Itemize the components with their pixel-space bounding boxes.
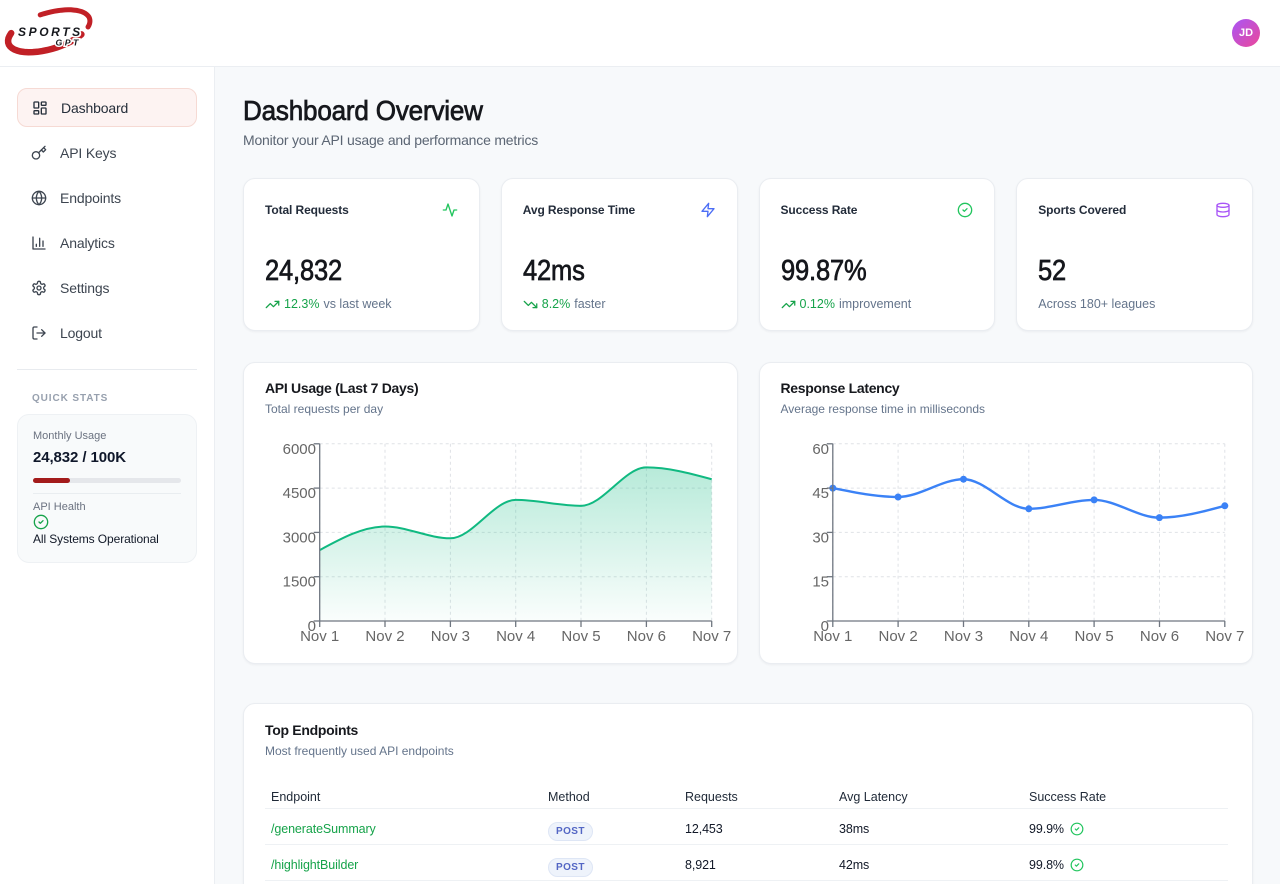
- svg-text:Nov 4: Nov 4: [496, 628, 535, 645]
- svg-text:GPT: GPT: [56, 38, 81, 48]
- svg-text:15: 15: [812, 574, 829, 591]
- svg-text:Nov 5: Nov 5: [1074, 628, 1113, 645]
- svg-text:Nov 4: Nov 4: [1009, 628, 1048, 645]
- svg-text:Nov 1: Nov 1: [813, 628, 852, 645]
- svg-text:Nov 3: Nov 3: [431, 628, 470, 645]
- svg-text:Nov 2: Nov 2: [878, 628, 917, 645]
- svg-text:3000: 3000: [283, 529, 316, 546]
- svg-text:Nov 2: Nov 2: [365, 628, 404, 645]
- svg-text:45: 45: [812, 485, 829, 502]
- svg-text:Nov 6: Nov 6: [1139, 628, 1178, 645]
- svg-text:Nov 6: Nov 6: [627, 628, 666, 645]
- svg-text:1500: 1500: [283, 574, 316, 591]
- svg-text:4500: 4500: [283, 485, 316, 502]
- svg-text:Nov 1: Nov 1: [300, 628, 339, 645]
- svg-text:Nov 5: Nov 5: [561, 628, 600, 645]
- svg-text:60: 60: [812, 441, 829, 458]
- svg-text:Nov 7: Nov 7: [1205, 628, 1244, 645]
- svg-text:Nov 3: Nov 3: [943, 628, 982, 645]
- svg-text:30: 30: [812, 529, 829, 546]
- svg-text:6000: 6000: [283, 441, 316, 458]
- svg-text:Nov 7: Nov 7: [692, 628, 731, 645]
